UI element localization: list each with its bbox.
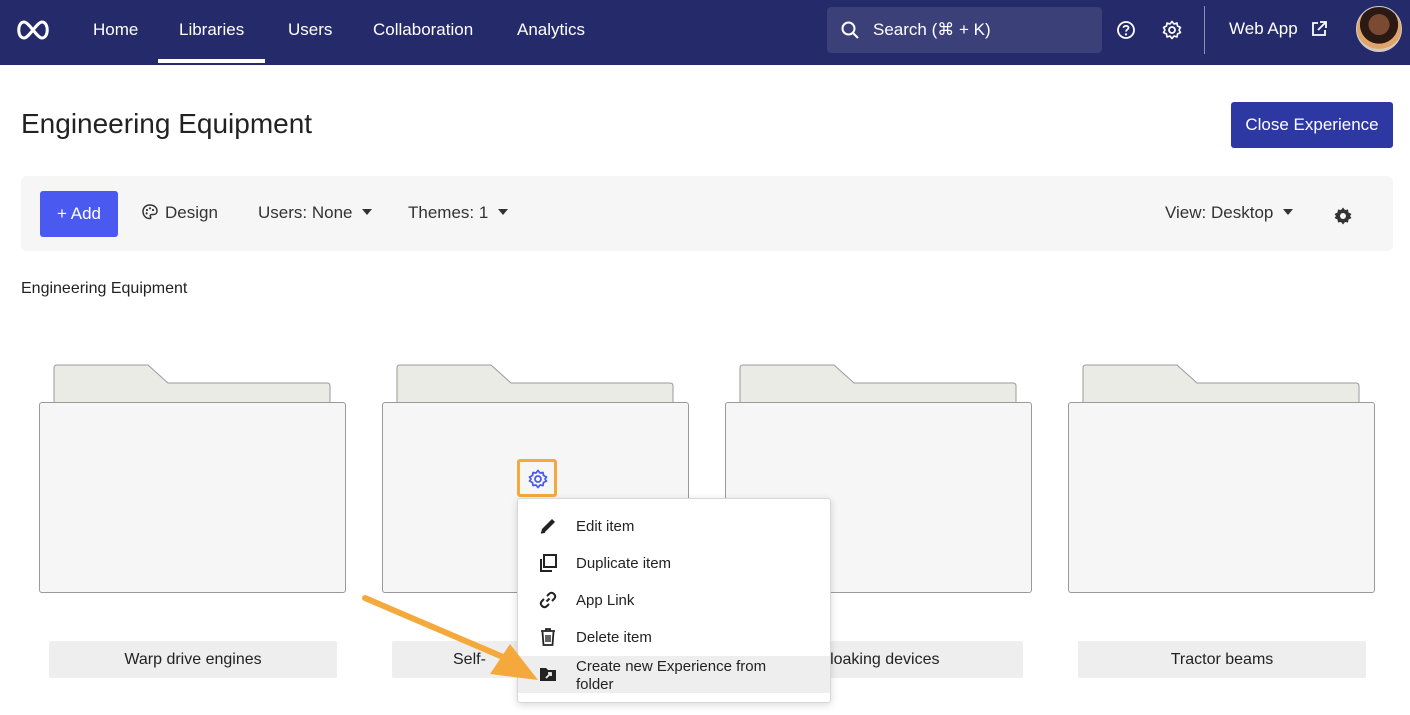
folder-tab bbox=[1082, 364, 1360, 403]
view-dropdown-label: View: Desktop bbox=[1165, 203, 1274, 222]
folder-label[interactable]: Warp drive engines bbox=[49, 641, 337, 678]
external-link-icon[interactable] bbox=[1310, 20, 1328, 38]
avatar[interactable] bbox=[1356, 6, 1402, 52]
design-button[interactable]: Design bbox=[141, 203, 218, 223]
web-app-link[interactable]: Web App bbox=[1229, 19, 1298, 39]
search-icon bbox=[841, 21, 859, 39]
users-dropdown-label: Users: None bbox=[258, 203, 353, 222]
gear-icon bbox=[528, 469, 548, 489]
menu-item-label: App Link bbox=[576, 592, 635, 609]
themes-dropdown[interactable]: Themes: 1 bbox=[408, 203, 509, 223]
folder-card[interactable] bbox=[39, 364, 346, 594]
pencil-icon bbox=[540, 519, 555, 534]
menu-item-create-experience[interactable]: Create new Experience from folder bbox=[518, 656, 830, 693]
menu-item-app-link[interactable]: App Link bbox=[518, 582, 830, 619]
folder-card[interactable] bbox=[1068, 364, 1375, 594]
search-input[interactable]: Search (⌘ + K) bbox=[827, 7, 1102, 53]
menu-item-label: Create new Experience from folder bbox=[576, 658, 767, 693]
duplicate-icon bbox=[540, 554, 557, 572]
help-icon[interactable] bbox=[1115, 19, 1137, 41]
context-menu: Edit item Duplicate item App Link Delete… bbox=[517, 498, 831, 703]
folder-body bbox=[39, 402, 346, 593]
top-navbar: Home Libraries Users Collaboration Analy… bbox=[0, 0, 1410, 65]
nav-users[interactable]: Users bbox=[267, 0, 353, 65]
menu-item-delete[interactable]: Delete item bbox=[518, 619, 830, 656]
infinity-logo-icon[interactable] bbox=[14, 18, 52, 42]
chevron-down-icon bbox=[498, 208, 509, 215]
themes-dropdown-label: Themes: 1 bbox=[408, 203, 489, 222]
folder-label[interactable]: Tractor beams bbox=[1078, 641, 1366, 678]
annotation-arrow-icon bbox=[362, 595, 538, 680]
nav-collaboration[interactable]: Collaboration bbox=[352, 0, 494, 65]
settings-icon[interactable] bbox=[1161, 19, 1183, 41]
design-label: Design bbox=[165, 203, 218, 222]
users-dropdown[interactable]: Users: None bbox=[258, 203, 373, 223]
toolbar: + Add Design Users: None Themes: 1 View:… bbox=[21, 176, 1393, 251]
menu-item-label: Delete item bbox=[576, 629, 652, 646]
folder-body bbox=[1068, 402, 1375, 593]
search-placeholder: Search (⌘ + K) bbox=[873, 20, 991, 39]
folder-tab bbox=[739, 364, 1017, 403]
gear-icon[interactable] bbox=[1333, 206, 1353, 226]
menu-item-label: Duplicate item bbox=[576, 555, 672, 572]
breadcrumb: Engineering Equipment bbox=[21, 280, 188, 297]
nav-libraries[interactable]: Libraries bbox=[158, 0, 266, 65]
menu-item-duplicate[interactable]: Duplicate item bbox=[518, 545, 830, 582]
chevron-down-icon bbox=[1283, 208, 1294, 215]
add-button[interactable]: + Add bbox=[40, 191, 118, 237]
nav-analytics[interactable]: Analytics bbox=[496, 0, 606, 65]
view-dropdown[interactable]: View: Desktop bbox=[1165, 203, 1294, 223]
chevron-down-icon bbox=[362, 208, 373, 215]
folder-settings-button[interactable] bbox=[517, 459, 557, 497]
nav-divider bbox=[1204, 6, 1205, 54]
page-title: Engineering Equipment bbox=[21, 108, 313, 139]
folder-tab bbox=[396, 364, 674, 403]
menu-item-edit[interactable]: Edit item bbox=[518, 508, 830, 545]
close-experience-button[interactable]: Close Experience bbox=[1231, 102, 1393, 148]
folder-tab bbox=[53, 364, 331, 403]
palette-icon bbox=[142, 204, 158, 220]
nav-home[interactable]: Home bbox=[72, 0, 159, 65]
menu-item-label: Edit item bbox=[576, 518, 635, 535]
